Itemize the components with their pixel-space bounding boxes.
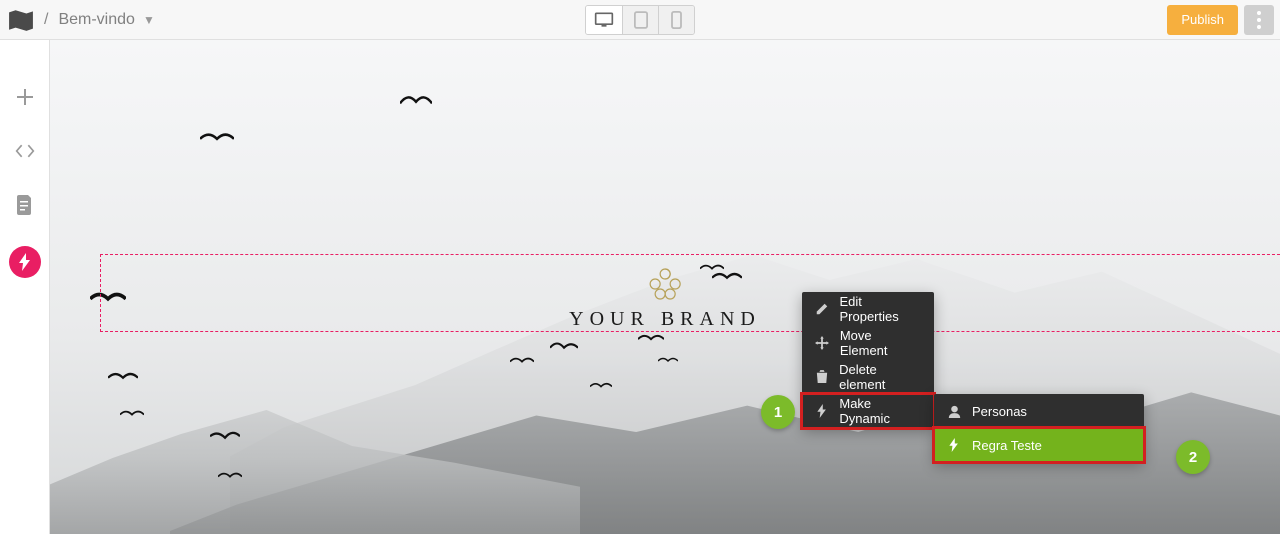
dots-vertical-icon [1257,11,1261,29]
menu-item-label: Delete element [839,362,922,392]
add-button[interactable] [12,84,38,110]
step-callout-1: 1 [761,395,795,429]
top-bar: / Bem-vindo ▼ Publish [0,0,1280,40]
device-tablet-button[interactable] [622,6,658,34]
submenu-regra-teste[interactable]: Regra Teste [934,428,1144,462]
bird-icon [218,470,242,482]
device-switcher [585,5,695,35]
menu-item-label: Personas [972,404,1027,419]
page-title-dropdown[interactable]: Bem-vindo ▼ [58,11,154,29]
publish-button[interactable]: Publish [1167,5,1238,35]
page-canvas[interactable]: YOUR BRAND Edit Properties Move Element … [50,40,1280,534]
bolt-icon [946,438,962,452]
more-options-button[interactable] [1244,5,1274,35]
step-callout-2: 2 [1176,440,1210,474]
pencil-icon [814,302,829,316]
device-phone-button[interactable] [658,6,694,34]
breadcrumb: / Bem-vindo ▼ [44,11,155,29]
bird-icon [210,430,240,444]
bird-icon [200,130,234,146]
submenu-personas[interactable]: Personas [934,394,1144,428]
caret-down-icon: ▼ [143,13,155,27]
left-rail [0,40,50,534]
bird-icon [550,340,578,354]
dynamic-button[interactable] [9,246,41,278]
page-title: Bem-vindo [58,11,134,29]
brand-block[interactable]: YOUR BRAND [569,266,761,331]
bird-icon [400,92,432,110]
bird-icon [510,355,534,367]
menu-item-label: Make Dynamic [839,396,922,426]
map-icon[interactable] [8,9,34,31]
dynamic-submenu: Personas Regra Teste [934,394,1144,462]
bird-icon [638,332,664,345]
trash-icon [814,370,829,384]
menu-move-element[interactable]: Move Element [802,326,934,360]
user-icon [946,405,962,418]
menu-make-dynamic[interactable]: Make Dynamic [802,394,934,428]
menu-item-label: Edit Properties [839,294,922,324]
menu-edit-properties[interactable]: Edit Properties [802,292,934,326]
menu-delete-element[interactable]: Delete element [802,360,934,394]
brand-logo-icon [569,266,761,302]
menu-item-label: Regra Teste [972,438,1042,453]
bird-icon [658,355,678,366]
bolt-icon [814,404,829,418]
context-menu: Edit Properties Move Element Delete elem… [802,292,934,428]
brand-text: YOUR BRAND [569,308,761,331]
move-icon [814,336,830,350]
bird-icon [108,370,138,384]
menu-item-label: Move Element [840,328,922,358]
bird-icon [590,380,612,392]
bird-icon [120,408,144,420]
document-button[interactable] [12,192,38,218]
code-button[interactable] [12,138,38,164]
breadcrumb-separator: / [44,11,48,29]
device-desktop-button[interactable] [586,6,622,34]
